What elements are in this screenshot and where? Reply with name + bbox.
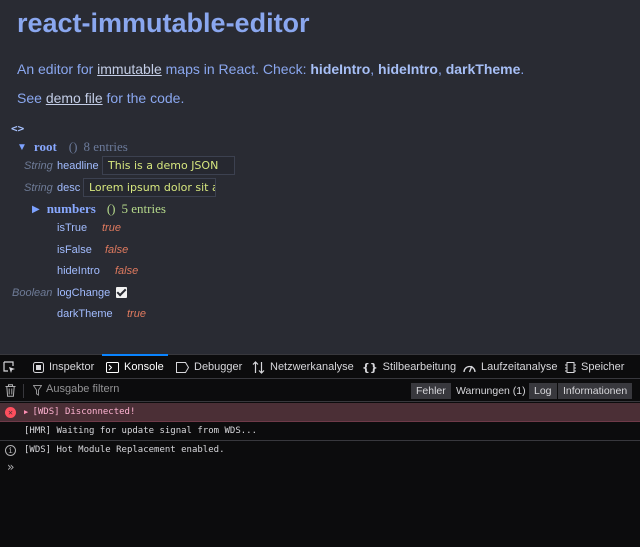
code-view-toggle-icon[interactable]: <>: [11, 122, 24, 135]
error-icon: ✕: [5, 406, 16, 418]
root-node[interactable]: ▼ root () 8 entries: [17, 137, 128, 157]
key-is-true[interactable]: isTrue: [57, 222, 87, 234]
toolbar-separator: [23, 384, 24, 398]
is-true-value[interactable]: true: [102, 222, 121, 234]
clear-console-trash-icon[interactable]: [5, 384, 16, 397]
console-message-log: [HMR] Waiting for update signal from WDS…: [0, 422, 640, 441]
filter-funnel-icon: [33, 385, 42, 396]
check-separator: ,: [370, 61, 379, 77]
console-icon: [106, 361, 119, 373]
key-desc[interactable]: desc: [57, 182, 80, 194]
tab-debugger[interactable]: Debugger: [176, 355, 242, 379]
type-label: Boolean: [12, 287, 53, 299]
intro-end: .: [520, 61, 525, 77]
see-suffix: for the code.: [102, 90, 185, 106]
numbers-entry-count: 5 entries: [121, 201, 166, 216]
intro-text: An editor for immutable maps in React. C…: [17, 61, 524, 77]
tab-inspector[interactable]: Inspektor: [33, 355, 94, 379]
type-label: String: [24, 160, 53, 172]
numbers-type-paren: (): [106, 201, 116, 216]
intro-mid: maps in React. Check:: [161, 61, 311, 77]
network-icon: [252, 360, 265, 374]
collapsed-caret-icon[interactable]: ▶: [32, 204, 40, 215]
tab-label: Konsole: [124, 361, 164, 373]
tab-label: Netzwerkanalyse: [270, 361, 354, 373]
is-false-value[interactable]: false: [105, 244, 128, 256]
tab-label: Stilbearbeitung: [382, 361, 457, 373]
page-title: react-immutable-editor: [17, 8, 310, 38]
log-change-checkbox[interactable]: [116, 287, 127, 298]
filter-log-button[interactable]: Log: [529, 383, 557, 399]
immutable-link[interactable]: immutable: [97, 61, 162, 77]
filter-warnings-button[interactable]: Warnungen (1): [451, 383, 531, 399]
inspector-icon: [33, 361, 44, 373]
check-separator: ,: [437, 61, 446, 77]
intro-prefix: An editor for: [17, 61, 98, 77]
hide-intro-value[interactable]: false: [115, 265, 138, 277]
headline-value-input[interactable]: This is a demo JSON: [102, 156, 235, 175]
filter-errors-button[interactable]: Fehler: [411, 383, 451, 399]
dark-theme-value[interactable]: true: [127, 308, 146, 320]
tab-performance[interactable]: Laufzeitanalyse: [463, 355, 557, 379]
key-headline[interactable]: headline: [57, 160, 99, 172]
pick-element-icon: [3, 360, 15, 373]
see-prefix: See: [17, 90, 46, 106]
debugger-icon: [176, 361, 189, 373]
numbers-node[interactable]: ▶ numbers () 5 entries: [32, 199, 166, 219]
desc-value-input[interactable]: Lorem ipsum dolor sit an: [83, 178, 216, 197]
console-filter-bar: Ausgabe filtern Fehler Warnungen (1) Log…: [0, 380, 640, 402]
tab-style-editor[interactable]: {} Stilbearbeitung: [362, 355, 456, 379]
message-text: ▶ [WDS] Disconnected!: [24, 407, 136, 417]
numbers-key: numbers: [46, 201, 96, 216]
root-type-paren: (): [68, 139, 78, 154]
console-prompt-chevron-icon: »: [7, 460, 15, 474]
see-text: See demo file for the code.: [17, 90, 184, 106]
key-dark-theme[interactable]: darkTheme: [57, 308, 113, 320]
tab-label: Debugger: [194, 361, 243, 373]
console-filter-input[interactable]: Ausgabe filtern: [46, 383, 119, 395]
console-input-area[interactable]: »: [0, 456, 640, 547]
console-message-error[interactable]: ✕ ▶ [WDS] Disconnected!: [0, 403, 640, 422]
tab-label: Speicher: [581, 361, 625, 373]
style-editor-icon: {}: [362, 360, 378, 374]
tab-label: Inspektor: [49, 361, 95, 373]
tab-network[interactable]: Netzwerkanalyse: [252, 355, 354, 379]
expanded-caret-icon[interactable]: ▼: [17, 142, 27, 153]
key-is-false[interactable]: isFalse: [57, 244, 92, 256]
tab-console[interactable]: Konsole: [102, 354, 168, 379]
root-key: root: [33, 139, 57, 154]
info-icon: i: [5, 444, 16, 456]
tab-label: Laufzeitanalyse: [481, 361, 558, 373]
key-log-change[interactable]: logChange: [57, 287, 110, 299]
filter-info-button[interactable]: Informationen: [558, 383, 633, 399]
editor-page: react-immutable-editor An editor for imm…: [0, 0, 640, 354]
type-label: String: [24, 182, 53, 194]
check-dark-theme-link[interactable]: darkTheme: [446, 61, 521, 77]
devtools-panel: Inspektor Konsole Debugger Netzwerkanaly…: [0, 354, 640, 547]
message-text: [WDS] Hot Module Replacement enabled.: [24, 445, 225, 455]
tab-storage[interactable]: Speicher: [565, 355, 624, 379]
message-text: [HMR] Waiting for update signal from WDS…: [24, 426, 257, 436]
root-entry-count: 8 entries: [83, 139, 128, 154]
storage-icon: [565, 361, 576, 373]
check-hide-intro-link-1[interactable]: hideIntro: [310, 61, 370, 77]
check-hide-intro-link-2[interactable]: hideIntro: [378, 61, 438, 77]
devtools-tabbar: Inspektor Konsole Debugger Netzwerkanaly…: [0, 354, 640, 379]
key-hide-intro[interactable]: hideIntro: [57, 265, 100, 277]
pick-element-button[interactable]: [3, 355, 16, 379]
demo-file-link[interactable]: demo file: [46, 90, 103, 106]
performance-icon: [463, 365, 476, 372]
